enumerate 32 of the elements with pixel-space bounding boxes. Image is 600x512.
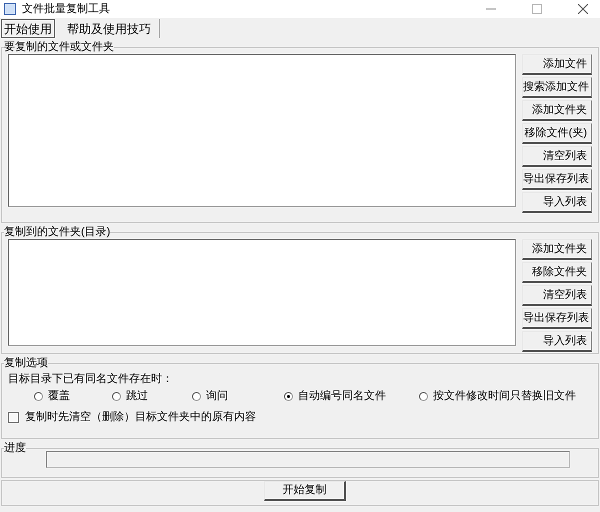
action-button[interactable]: 清空列表 — [522, 285, 592, 306]
option-prompt: 目标目录下已有同名文件存在时： — [8, 372, 173, 386]
action-button[interactable]: 添加文件夹 — [522, 239, 592, 260]
tab[interactable]: 帮助及使用技巧 — [59, 19, 160, 38]
action-button[interactable]: 移除文件(夹) — [522, 123, 592, 144]
group-title: 要复制的文件或文件夹 — [4, 41, 114, 54]
action-button[interactable]: 导出保存列表 — [522, 308, 592, 329]
action-button[interactable]: 导入列表 — [522, 192, 592, 213]
app-icon — [4, 3, 16, 15]
minimize-icon[interactable] — [486, 8, 496, 10]
action-button[interactable]: 移除文件夹 — [522, 262, 592, 283]
action-button[interactable]: 清空列表 — [522, 146, 592, 167]
radio-option[interactable]: 按文件修改时间只替换旧文件 — [419, 389, 589, 403]
group-title: 复制选项 — [4, 357, 48, 370]
radio-option[interactable]: 覆盖 — [34, 389, 112, 403]
list-box[interactable] — [8, 239, 516, 346]
action-button[interactable]: 添加文件 — [522, 54, 592, 75]
action-button[interactable]: 导出保存列表 — [522, 169, 592, 190]
tab[interactable]: 开始使用 — [1, 19, 55, 38]
radio-option[interactable]: 自动编号同名文件 — [284, 389, 419, 403]
action-button[interactable]: 导入列表 — [522, 331, 592, 352]
group-title: 复制到的文件夹(目录) — [4, 226, 110, 239]
action-button[interactable]: 搜索添加文件 — [522, 77, 592, 98]
checkbox-option[interactable]: 复制时先清空（删除）目标文件夹中的原有内容 — [8, 410, 256, 424]
window-title: 文件批量复制工具 — [22, 2, 110, 17]
action-button[interactable]: 添加文件夹 — [522, 100, 592, 121]
close-icon[interactable] — [578, 4, 588, 14]
group-title: 进度 — [4, 442, 26, 455]
start-copy-button[interactable]: 开始复制 — [264, 481, 346, 501]
maximize-icon[interactable] — [532, 4, 542, 14]
radio-option[interactable]: 跳过 — [112, 389, 192, 403]
radio-option[interactable]: 询问 — [192, 389, 284, 403]
